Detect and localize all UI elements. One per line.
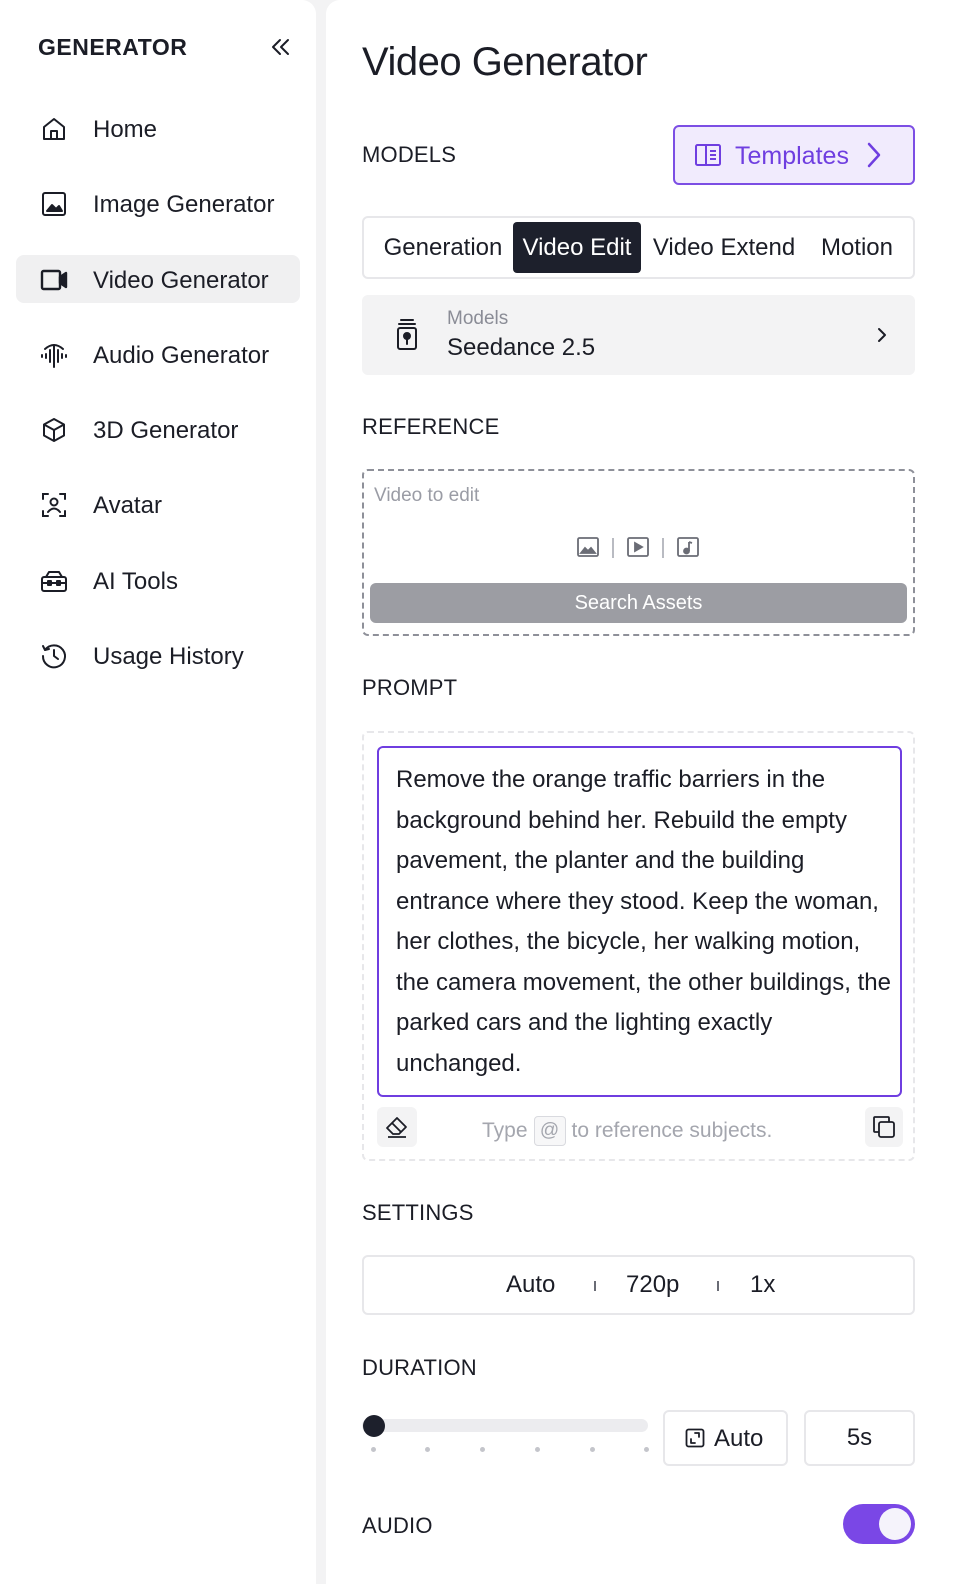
video-camera-icon bbox=[40, 269, 68, 291]
sidebar-item-ai-tools[interactable]: AI Tools bbox=[16, 556, 300, 604]
model-caption: Models bbox=[447, 308, 509, 329]
prompt-section-label: PROMPT bbox=[362, 675, 458, 700]
sidebar-item-usage-history[interactable]: Usage History bbox=[16, 631, 300, 679]
video-play-icon bbox=[627, 537, 649, 557]
book-open-icon bbox=[695, 144, 721, 166]
copy-prompt-button[interactable] bbox=[865, 1107, 903, 1147]
settings-section-label: SETTINGS bbox=[362, 1200, 474, 1225]
chevron-right-icon bbox=[867, 142, 881, 168]
slider-tick bbox=[480, 1447, 485, 1452]
divider bbox=[717, 1281, 719, 1291]
sidebar-item-label: Video Generator bbox=[93, 267, 269, 294]
reference-dropzone[interactable]: Video to edit Search Assets bbox=[362, 469, 915, 636]
sidebar-item-label: Home bbox=[93, 116, 158, 143]
slider-thumb[interactable] bbox=[363, 1415, 385, 1437]
sidebar-item-label: Avatar bbox=[93, 492, 162, 519]
tab-motion[interactable]: Motion bbox=[816, 222, 898, 273]
prompt-textarea[interactable]: Remove the orange traffic barriers in th… bbox=[377, 746, 902, 1097]
duration-value[interactable]: 5s bbox=[804, 1410, 915, 1466]
prompt-text: Remove the orange traffic barriers in th… bbox=[396, 766, 891, 1077]
audio-toggle[interactable] bbox=[843, 1504, 915, 1544]
history-icon bbox=[41, 644, 66, 669]
resolution-value[interactable]: 720p bbox=[626, 1271, 679, 1299]
divider bbox=[594, 1281, 596, 1291]
sidebar-item-image-generator[interactable]: Image Generator bbox=[16, 179, 300, 227]
avatar-scan-icon bbox=[42, 493, 66, 517]
tab-generation[interactable]: Generation bbox=[374, 222, 512, 273]
model-chip-icon bbox=[397, 319, 417, 350]
image-icon bbox=[577, 537, 599, 557]
search-assets-button[interactable]: Search Assets bbox=[370, 583, 907, 623]
models-section-label: MODELS bbox=[362, 142, 457, 167]
model-selector[interactable]: Models Seedance 2.5 bbox=[362, 295, 915, 375]
duration-slider[interactable] bbox=[362, 1411, 649, 1461]
templates-label: Templates bbox=[735, 142, 849, 170]
toggle-knob bbox=[879, 1508, 911, 1540]
slider-tick bbox=[590, 1447, 595, 1452]
chevron-right-icon bbox=[878, 328, 886, 342]
duration-section-label: DURATION bbox=[362, 1355, 477, 1380]
sidebar-item-video-generator[interactable]: Video Generator bbox=[16, 255, 300, 303]
sidebar-item-avatar[interactable]: Avatar bbox=[16, 480, 300, 528]
reference-type-icons bbox=[576, 535, 706, 561]
count-value[interactable]: 1x bbox=[750, 1271, 775, 1299]
sidebar-item-audio-generator[interactable]: Audio Generator bbox=[16, 330, 300, 378]
at-key: @ bbox=[533, 1116, 566, 1146]
main-panel: Video Generator MODELS Templates Generat… bbox=[326, 0, 962, 1584]
sidebar-heading: GENERATOR bbox=[38, 34, 188, 60]
templates-button[interactable]: Templates bbox=[673, 125, 915, 185]
clear-prompt-button[interactable] bbox=[377, 1107, 417, 1147]
slider-tick bbox=[644, 1447, 649, 1452]
sidebar-item-3d-generator[interactable]: 3D Generator bbox=[16, 405, 300, 453]
image-icon bbox=[42, 192, 66, 216]
model-value: Seedance 2.5 bbox=[447, 334, 596, 361]
eraser-icon bbox=[386, 1117, 407, 1138]
audio-wave-icon bbox=[41, 344, 67, 368]
hint-before: Type bbox=[482, 1119, 528, 1142]
sidebar-item-label: Usage History bbox=[93, 643, 244, 670]
prompt-container: Remove the orange traffic barriers in th… bbox=[362, 731, 915, 1161]
slider-track bbox=[362, 1419, 648, 1432]
sidebar-item-label: Image Generator bbox=[93, 191, 275, 218]
home-icon bbox=[43, 118, 65, 140]
prompt-hint: Type @ to reference subjects. bbox=[482, 1116, 772, 1146]
auto-expand-icon bbox=[685, 1428, 705, 1448]
audio-section-label: AUDIO bbox=[362, 1513, 433, 1538]
divider bbox=[612, 538, 614, 558]
reference-section-label: REFERENCE bbox=[362, 414, 500, 439]
tab-video-extend[interactable]: Video Extend bbox=[650, 222, 798, 273]
reference-caption: Video to edit bbox=[374, 485, 480, 506]
sidebar-item-label: Audio Generator bbox=[93, 342, 270, 369]
slider-tick bbox=[535, 1447, 540, 1452]
slider-tick bbox=[371, 1447, 376, 1452]
toolbox-icon bbox=[41, 571, 67, 592]
hint-after: to reference subjects. bbox=[571, 1119, 773, 1142]
copy-icon bbox=[873, 1116, 895, 1138]
sidebar: GENERATOR Home Image Generator Video Gen… bbox=[0, 0, 316, 1584]
sidebar-item-label: 3D Generator bbox=[93, 417, 239, 444]
divider bbox=[662, 538, 664, 558]
page-title: Video Generator bbox=[362, 40, 648, 84]
duration-auto-button[interactable]: Auto bbox=[663, 1410, 788, 1466]
mode-tabs: Generation Video Edit Video Extend Motio… bbox=[362, 216, 915, 279]
tab-video-edit[interactable]: Video Edit bbox=[513, 222, 641, 273]
music-note-icon bbox=[677, 537, 699, 557]
sidebar-item-home[interactable]: Home bbox=[16, 104, 300, 152]
duration-auto-label: Auto bbox=[714, 1425, 764, 1452]
sidebar-item-label: AI Tools bbox=[93, 568, 178, 595]
collapse-sidebar-icon[interactable] bbox=[266, 32, 296, 62]
cube-icon bbox=[43, 418, 65, 442]
aspect-ratio-value[interactable]: Auto bbox=[506, 1271, 555, 1299]
slider-tick bbox=[425, 1447, 430, 1452]
settings-selector[interactable]: Auto 720p 1x bbox=[362, 1255, 915, 1315]
